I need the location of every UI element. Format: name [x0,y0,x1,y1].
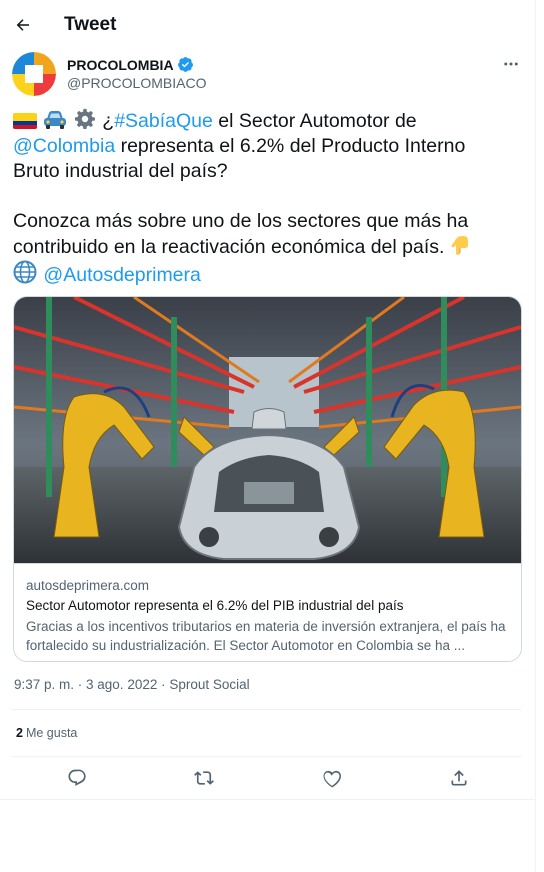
tweet-text: ¿#SabíaQue el Sector Automotor de @Colom… [13,108,513,288]
hand-pointing-down-emoji [451,236,468,255]
author-name[interactable]: PROCOLOMBIA [67,57,174,73]
tweet-text-segment: el Sector Automotor de [212,110,417,132]
share-icon [451,770,467,786]
divider [0,799,536,800]
like-icon [323,770,342,788]
more-icon [504,62,518,66]
mention-colombia-link[interactable]: @Colombia [13,135,115,157]
author-handle: @PROCOLOMBIACO [67,75,207,91]
hashtag-link[interactable]: #SabíaQue [114,110,213,132]
tweet-author: PROCOLOMBIA @PROCOLOMBIACO [12,52,521,96]
card-meta: autosdeprimera.com Sector Automotor repr… [14,563,521,655]
page-title: Tweet [64,14,117,35]
back-button[interactable] [12,14,34,36]
car-factory-photo [14,297,521,563]
more-options-button[interactable] [501,54,521,74]
retweet-icon [194,771,214,785]
car-emoji [44,111,67,129]
likes-count: 2 [16,726,23,740]
colombia-flag-emoji [13,113,37,129]
verified-badge-icon [177,57,193,72]
author-names: PROCOLOMBIA @PROCOLOMBIACO [67,56,207,92]
arrow-left-icon [16,19,29,31]
card-title: Sector Automotor representa el 6.2% del … [26,598,404,613]
link-preview-card[interactable]: autosdeprimera.com Sector Automotor repr… [13,296,522,662]
globe-emoji [13,260,37,284]
reply-button[interactable] [65,766,89,790]
tweet-timestamp[interactable]: 9:37 p. m. · 3 ago. 2022 · Sprout Social [14,677,250,692]
divider [12,709,521,710]
likes-label: Me gusta [25,726,78,740]
avatar[interactable] [12,52,56,96]
tweet-text-paragraph: Conozca más sobre uno de los sectores qu… [13,210,469,258]
mention-autos-link[interactable]: @Autosdeprimera [43,264,200,286]
reply-icon [68,769,86,786]
tweet-text-prefix: ¿ [102,110,115,132]
card-description: Gracias a los incentivos tributarios en … [26,619,506,653]
header: Tweet [0,0,535,50]
like-button[interactable] [320,766,344,790]
gear-emoji [74,108,95,129]
share-button[interactable] [447,766,471,790]
card-domain: autosdeprimera.com [26,578,150,593]
retweet-button[interactable] [192,766,216,790]
likes-stat[interactable]: 2 Me gusta [16,726,77,740]
divider [12,756,521,757]
tweet-column: Tweet PROCOLOMBIA @PROCOLOMBIACO ¿#Sabía… [0,0,536,872]
tweet-actions [0,766,536,790]
